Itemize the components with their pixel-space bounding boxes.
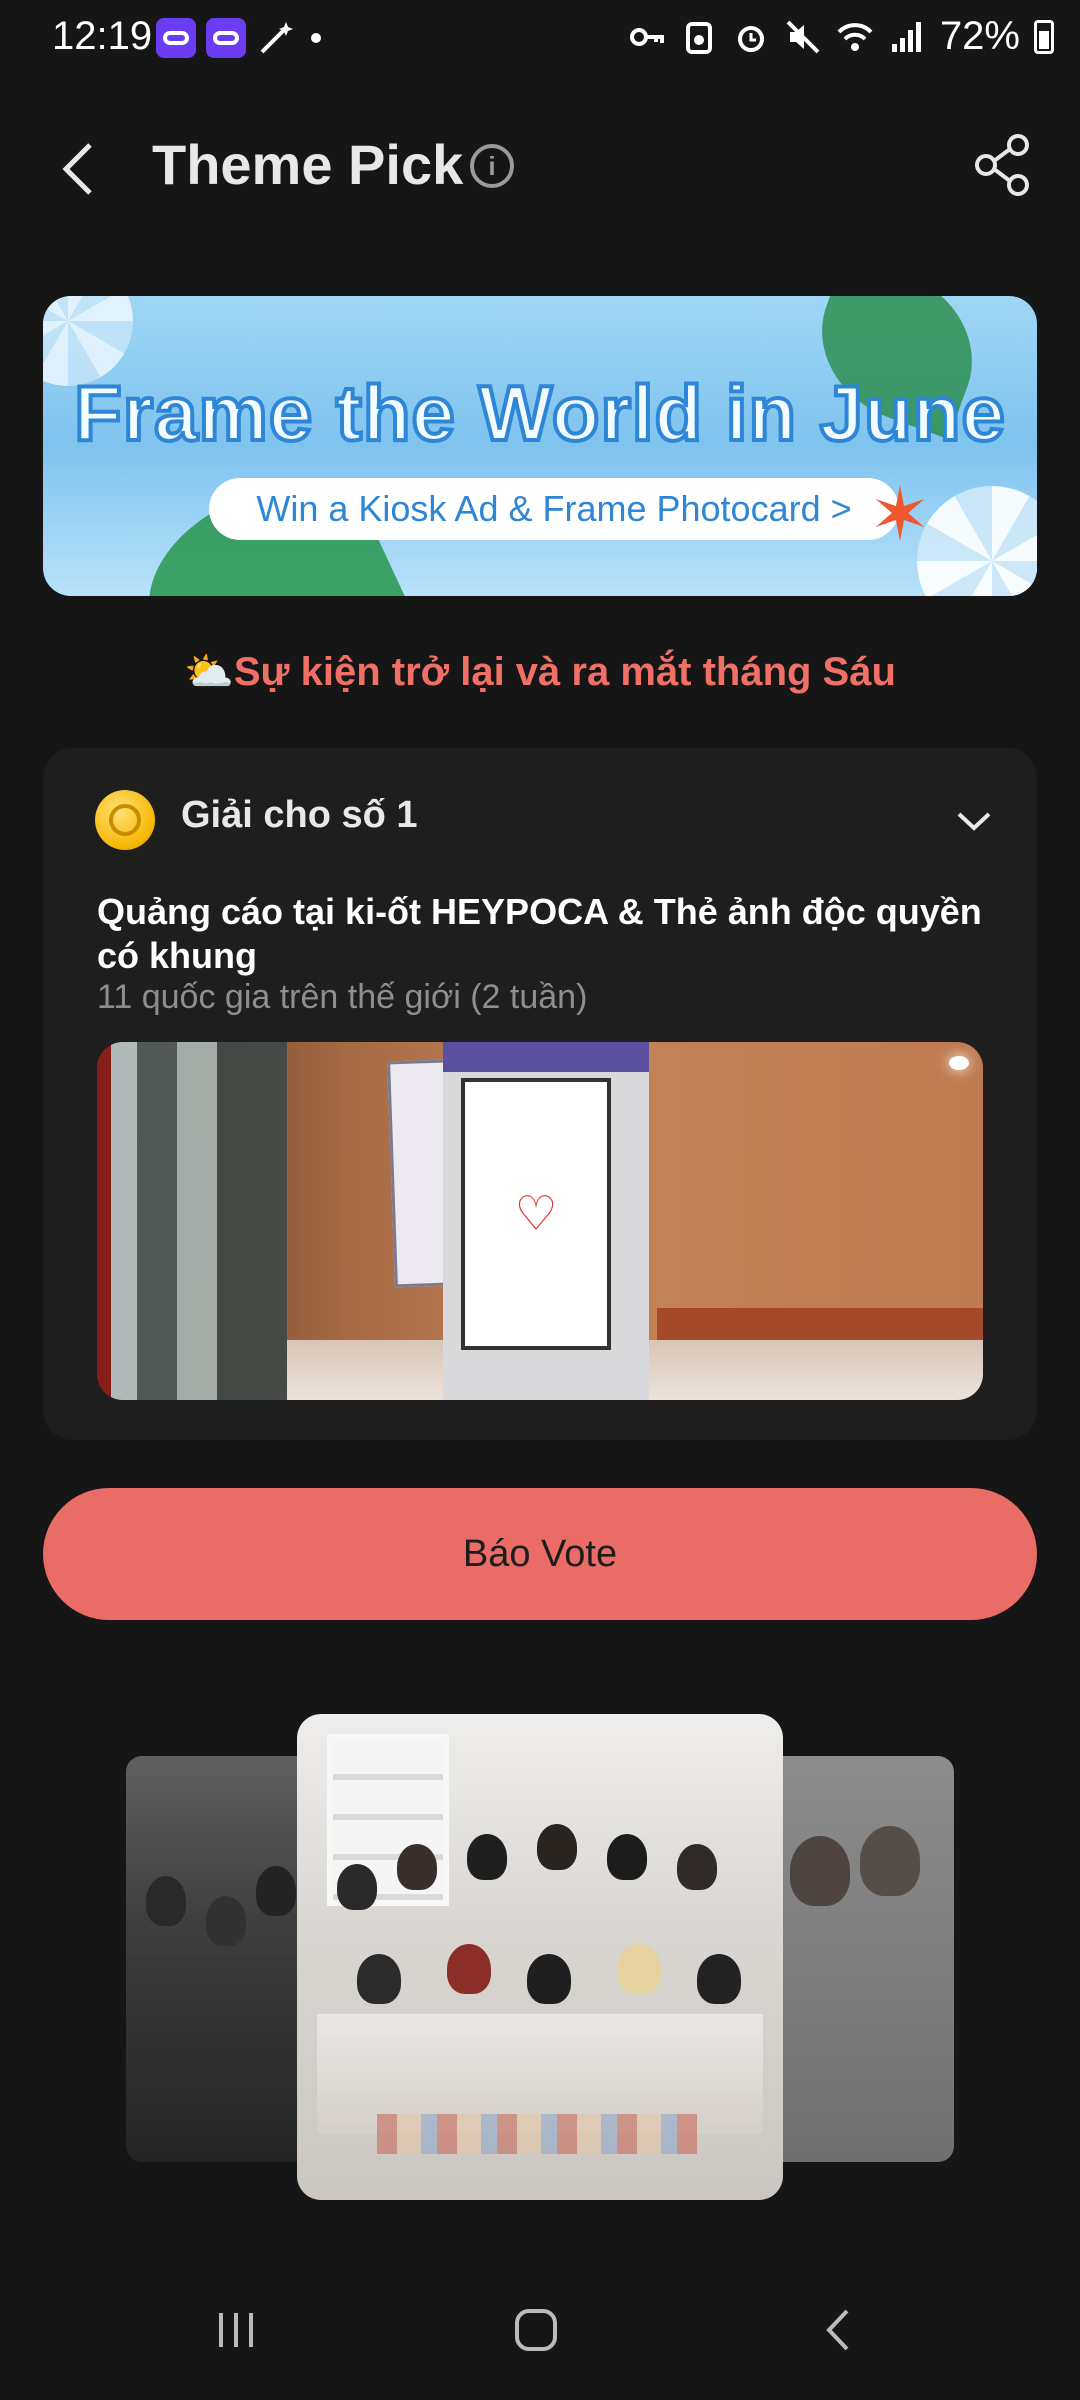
carousel-item-center[interactable] bbox=[297, 1714, 783, 2200]
banner-headline: Frame the World in June bbox=[72, 367, 1007, 459]
home-icon bbox=[515, 2309, 557, 2351]
prize-card: Giải cho số 1 Quảng cáo tại ki-ốt HEYPOC… bbox=[43, 748, 1037, 1440]
battery-percent: 72% bbox=[939, 14, 1020, 58]
prize-heading: Giải cho số 1 bbox=[181, 794, 418, 836]
notification-icons bbox=[156, 18, 326, 58]
magic-wand-icon bbox=[260, 22, 293, 54]
nav-back-button[interactable] bbox=[800, 2300, 880, 2360]
mute-icon bbox=[786, 20, 820, 53]
page-title: Theme Pick bbox=[152, 133, 464, 196]
app-notification-icon bbox=[206, 18, 246, 58]
battery-icon bbox=[1034, 19, 1054, 54]
app-notification-icon bbox=[156, 18, 196, 58]
heart-logo-icon: ♡ bbox=[461, 1078, 611, 1350]
recycle-icon bbox=[685, 21, 712, 54]
key-icon bbox=[629, 27, 664, 46]
starfish-icon: ✶ bbox=[869, 473, 932, 556]
info-icon[interactable]: i bbox=[470, 144, 514, 188]
chevron-left-icon bbox=[62, 143, 92, 195]
back-icon bbox=[826, 2309, 849, 2351]
chevron-down-icon bbox=[957, 812, 991, 831]
signal-icon bbox=[891, 21, 921, 52]
recents-button[interactable] bbox=[196, 2300, 276, 2360]
kiosk-photo: ♡ bbox=[97, 1042, 983, 1400]
status-time: 12:19 bbox=[52, 14, 153, 58]
theme-carousel[interactable] bbox=[0, 1700, 1080, 2210]
share-icon bbox=[975, 134, 1029, 196]
system-nav-bar bbox=[0, 2264, 1080, 2400]
home-button[interactable] bbox=[496, 2300, 576, 2360]
share-button[interactable] bbox=[968, 130, 1038, 200]
prize-subtitle: 11 quốc gia trên thế giới (2 tuần) bbox=[97, 978, 588, 1016]
alarm-icon bbox=[737, 25, 764, 52]
vote-button[interactable]: Báo Vote bbox=[43, 1488, 1037, 1620]
promo-banner[interactable]: Frame the World in June Win a Kiosk Ad &… bbox=[43, 296, 1037, 596]
prize-title: Quảng cáo tại ki-ốt HEYPOCA & Thẻ ảnh độ… bbox=[97, 891, 982, 976]
kiosk-machine: ♡ bbox=[443, 1042, 649, 1400]
event-announcement: ⛅Sự kiện trở lại và ra mắt tháng Sáu bbox=[184, 650, 896, 694]
banner-cta[interactable]: Win a Kiosk Ad & Frame Photocard > bbox=[209, 478, 899, 540]
back-button[interactable] bbox=[48, 134, 108, 204]
recents-icon bbox=[219, 2313, 253, 2347]
coin-icon bbox=[95, 790, 155, 850]
carousel-item-left[interactable] bbox=[126, 1756, 322, 2162]
status-bar: 12:19 72% bbox=[0, 0, 1080, 80]
app-header: Theme Pick i bbox=[0, 110, 1080, 230]
dot-icon bbox=[311, 33, 321, 43]
wifi-icon bbox=[837, 22, 873, 51]
expand-button[interactable] bbox=[949, 796, 999, 846]
